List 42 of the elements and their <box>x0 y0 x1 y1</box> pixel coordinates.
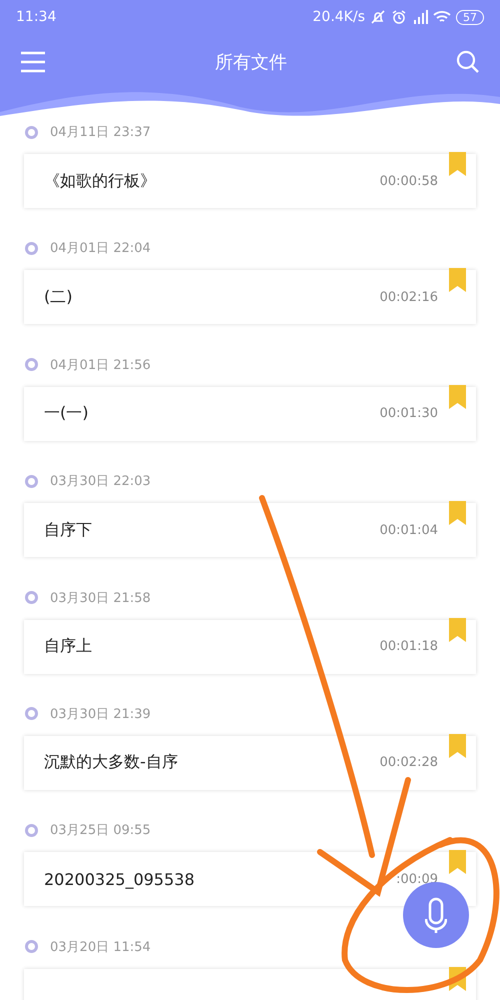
date-time: 04月01日 22:04 <box>50 240 151 258</box>
screen-title: 所有文件 <box>215 51 287 74</box>
timeline-dot <box>25 242 38 255</box>
timeline-dot <box>25 707 38 720</box>
date-time: 03月30日 21:58 <box>50 590 151 607</box>
bookmark-icon[interactable] <box>449 966 466 991</box>
recording-item[interactable]: 《如歌的行板》 00:00:58 <box>24 154 476 208</box>
recording-item[interactable]: 自序下 00:01:04 <box>24 503 476 558</box>
timeline-dot <box>25 940 38 954</box>
clock: 11:34 <box>16 9 56 25</box>
recording-item[interactable]: 20200325_095538 :00:09 <box>24 852 476 906</box>
timeline-dot <box>25 824 38 837</box>
recording-item[interactable]: (二) 00:02:16 <box>24 270 476 324</box>
bookmark-icon[interactable] <box>449 268 466 292</box>
bookmark-icon[interactable] <box>449 618 466 642</box>
bookmark-icon[interactable] <box>449 384 466 409</box>
signal-icon <box>412 10 428 24</box>
menu-icon[interactable] <box>20 51 46 73</box>
bell-off-icon <box>370 9 386 25</box>
alarm-icon <box>391 9 407 25</box>
timeline-dot <box>25 126 38 138</box>
date-time: 04月11日 23:37 <box>50 124 151 141</box>
battery-level: 57 <box>456 10 484 24</box>
bookmark-icon[interactable] <box>449 152 466 176</box>
date-time: 04月01日 21:56 <box>50 356 151 374</box>
date-time: 03月20日 11:54 <box>50 938 151 956</box>
recording-item[interactable]: 沉默的大多数-自序 00:02:28 <box>24 736 476 790</box>
bookmark-icon[interactable] <box>449 850 466 874</box>
network-speed: 20.4K/s <box>312 9 365 25</box>
bookmark-icon[interactable] <box>449 734 466 758</box>
search-icon[interactable] <box>456 50 480 74</box>
timeline-dot <box>25 358 38 372</box>
bookmark-icon[interactable] <box>449 501 466 526</box>
date-time: 03月25日 09:55 <box>50 822 151 840</box>
date-time: 03月30日 21:39 <box>50 706 151 723</box>
timeline-dot <box>25 474 38 488</box>
recording-item[interactable]: 一(一) 00:01:30 <box>24 386 476 441</box>
timeline-dot <box>25 591 38 604</box>
date-time: 03月30日 22:03 <box>50 473 151 490</box>
recording-item[interactable]: 自序上 00:01:18 <box>24 620 476 674</box>
microphone-icon <box>425 897 447 933</box>
wifi-icon <box>433 10 451 24</box>
